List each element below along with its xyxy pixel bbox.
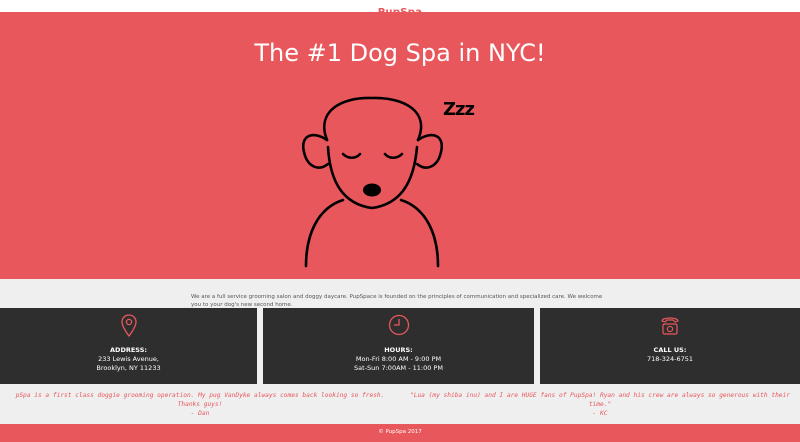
hours-label: HOURS: bbox=[384, 346, 413, 354]
testimonial-1: pSpa is a first class doggie grooming op… bbox=[0, 391, 400, 418]
hours-weekends: Sat-Sun 7:00AM - 11:00 PM bbox=[354, 364, 443, 372]
dog-face-outline bbox=[326, 145, 419, 210]
hours-weekdays: Mon-Fri 8:00 AM - 9:00 PM bbox=[355, 355, 442, 363]
address-card: ADDRESS: 233 Lewis Avenue, Brooklyn, NY … bbox=[0, 308, 257, 384]
top-bar: PupSpa bbox=[0, 0, 800, 18]
dog-right-ear bbox=[415, 133, 444, 169]
sleeping-dog-illustration: Zzz bbox=[301, 96, 476, 268]
telephone-icon[interactable] bbox=[659, 314, 681, 336]
dog-body-outline bbox=[304, 198, 345, 268]
testimonial-1-author: - Dan bbox=[190, 410, 210, 417]
dog-right-eye bbox=[383, 152, 404, 160]
testimonial-1-quote-end: Thanks guys! bbox=[177, 401, 223, 408]
dog-head-outline bbox=[323, 96, 423, 142]
address-line-2: Brooklyn, NY 11233 bbox=[96, 364, 161, 372]
zzz-text: Zzz bbox=[443, 99, 475, 120]
phone-label: CALL US: bbox=[653, 346, 687, 354]
dog-nose bbox=[363, 183, 381, 197]
clock-icon bbox=[388, 314, 409, 336]
footer: © PupSpa 2017 bbox=[0, 424, 800, 442]
testimonial-2: "Lua (my shiba inu) and I are HUGE fans … bbox=[400, 391, 800, 418]
address-label: ADDRESS: bbox=[110, 346, 147, 354]
dog-left-ear bbox=[301, 133, 330, 169]
testimonial-2-quote-end: time." bbox=[588, 401, 612, 408]
map-pin-icon bbox=[120, 314, 137, 338]
testimonial-2-quote: "Lua (my shiba inu) and I are HUGE fans … bbox=[410, 392, 790, 399]
testimonial-2-author: - KC bbox=[592, 410, 608, 417]
dog-body-outline-right bbox=[399, 198, 440, 268]
hero-banner: The #1 Dog Spa in NYC! Zzz bbox=[0, 12, 800, 279]
phone-card: CALL US: 718-324-6751 bbox=[540, 308, 800, 384]
testimonial-1-quote: pSpa is a first class doggie grooming op… bbox=[15, 392, 385, 399]
dog-left-eye bbox=[341, 152, 362, 160]
phone-number[interactable]: 718-324-6751 bbox=[540, 355, 800, 364]
about-text: We are a full service grooming salon and… bbox=[191, 293, 603, 308]
address-line-1: 233 Lewis Avenue, bbox=[98, 355, 159, 363]
hours-card: HOURS: Mon-Fri 8:00 AM - 9:00 PM Sat-Sun… bbox=[263, 308, 534, 384]
copyright-text: © PupSpa 2017 bbox=[378, 429, 422, 435]
